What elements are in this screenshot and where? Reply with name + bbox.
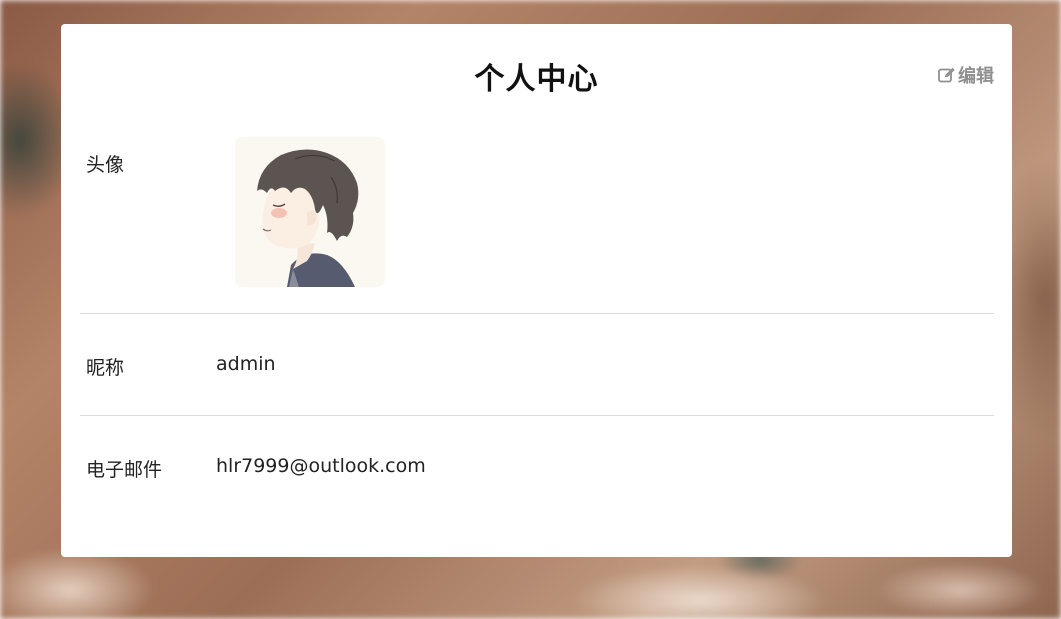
nickname-label: 昵称 xyxy=(86,357,125,379)
email-label: 电子邮件 xyxy=(86,459,163,481)
edit-label: 编辑 xyxy=(958,66,994,87)
email-value: hlr7999@outlook.com xyxy=(216,455,426,477)
edit-icon xyxy=(938,67,956,83)
page-title: 个人中心 xyxy=(474,62,599,97)
profile-card: 个人中心 编辑 头像 昵称 admin 电子邮件 hlr7999@outlook… xyxy=(61,24,1012,557)
edit-button[interactable]: 编辑 xyxy=(938,62,994,88)
avatar[interactable] xyxy=(235,137,385,287)
nickname-value: admin xyxy=(216,353,276,375)
avatar-label: 头像 xyxy=(86,154,125,176)
divider xyxy=(80,415,994,416)
divider xyxy=(80,313,994,314)
avatar-illustration xyxy=(235,137,385,287)
